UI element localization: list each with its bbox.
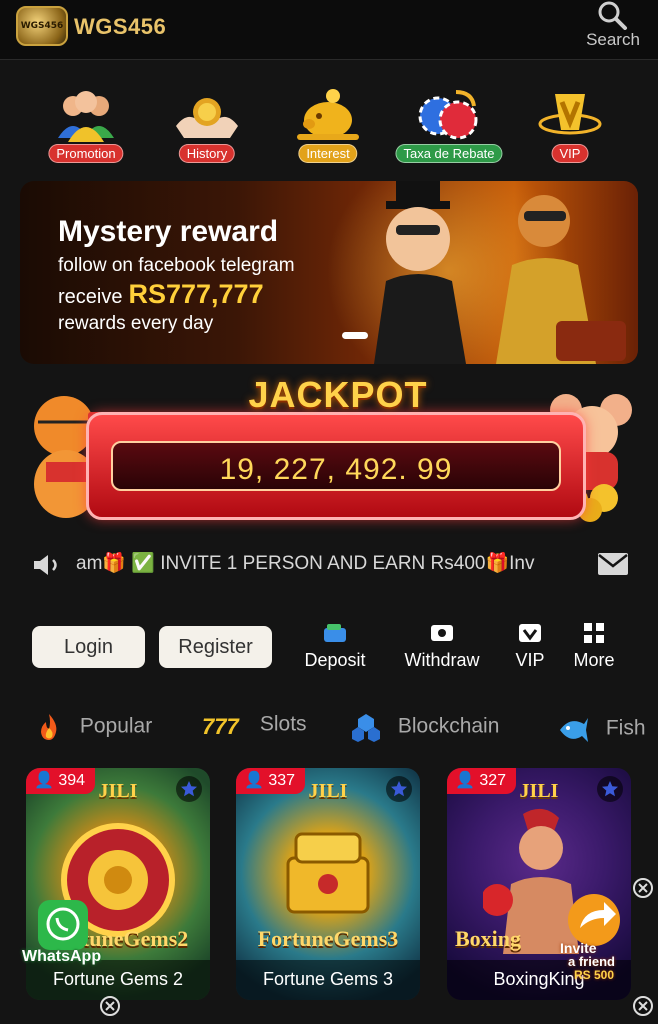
people-icon [58,91,114,142]
register-button[interactable]: Register [159,626,272,668]
speaker-icon [34,555,57,575]
quick-link-interest[interactable]: Interest [268,82,388,168]
blockchain-icon [352,714,380,742]
quick-link-label: Promotion [48,144,124,163]
quick-link-label: History [178,144,236,163]
wallet-icon [324,624,346,642]
banner-line-3: receive RS777,777 [58,279,264,310]
quick-link-rebate[interactable]: Taxa de Rebate [389,82,509,168]
close-float-icon[interactable] [633,996,653,1016]
more-button[interactable]: More [570,622,618,671]
withdraw-icon [431,625,453,641]
player-count-badge: 👤 394 [26,768,96,794]
quick-links: Promotion History Interest Taxa de Rebat… [0,82,658,168]
favorite-star-icon[interactable] [597,776,623,802]
close-whatsapp-icon[interactable] [100,996,120,1016]
invite-friend-float-button[interactable]: Invite a friend RS 500 [554,892,640,984]
provider-logo: JILI [519,780,559,802]
tab-label: Slots [259,712,307,736]
favorite-star-icon[interactable] [176,776,202,802]
banner-line-4: rewards every day [58,313,214,334]
quick-link-history[interactable]: History [147,82,267,168]
chips-icon [418,90,478,140]
tab-label: Fish [605,716,646,740]
withdraw-button[interactable]: Withdraw [396,622,488,671]
jackpot-panel: 19, 227, 492. 99 JACKPOT [18,372,640,522]
grid-icon [584,623,604,643]
top-bar: WGS456 WGS456 Search [0,0,658,60]
deposit-button[interactable]: Deposit [298,622,372,671]
login-button[interactable]: Login [32,626,145,668]
slot-777-icon: 777 [202,714,240,738]
whatsapp-float-button[interactable]: WhatsApp [22,898,112,978]
close-invite-icon[interactable] [633,878,653,898]
search-label: Search [586,30,640,49]
jackpot-display: 19, 227, 492. 99 [111,441,561,491]
account-actions: Login Register Deposit Withdraw VIP More [0,614,658,684]
brand-name[interactable]: WGS456 [74,14,166,40]
tab-label: Popular [79,714,153,738]
fish-icon [560,718,588,742]
logo-text: WGS456 [20,21,64,31]
game-card-fortune-gems-3[interactable]: 👤 337 JILI FortuneGems3 Fortune Gems 3 [236,768,420,1000]
game-logo: FortuneGems3 [257,926,399,951]
game-name: Fortune Gems 3 [236,960,420,1000]
vip-button[interactable]: VIP [510,622,550,671]
player-count: 327 [479,772,507,789]
favorite-star-icon[interactable] [386,776,412,802]
banner-receive: receive [58,286,123,308]
carousel-indicator[interactable] [342,332,368,339]
announcement-text: am🎁 ✅ INVITE 1 PERSON AND EARN Rs400🎁Inv [76,553,535,574]
tab-fish[interactable]: Fish [556,712,646,746]
user-icon: 👤 [34,772,54,789]
search-icon [598,1,627,30]
jackpot-title: JACKPOT [248,374,428,415]
user-icon: 👤 [244,772,264,789]
player-count: 394 [58,772,86,789]
provider-logo: JILI [98,780,138,802]
category-tabs: Popular 777 Slots Blockchain Fish [0,704,658,750]
player-count: 337 [268,772,296,789]
tab-blockchain[interactable]: Blockchain [350,712,499,742]
svg-text:777: 777 [202,714,240,738]
quick-link-label: VIP [551,144,589,163]
whatsapp-icon [38,900,88,950]
banner-amount: RS777,777 [128,279,264,309]
logo-badge[interactable]: WGS456 [16,6,68,46]
mail-icon[interactable] [597,552,629,576]
invite-amount: RS 500 [574,968,615,982]
player-count-badge: 👤 337 [236,768,306,794]
quick-link-vip[interactable]: VIP [510,82,630,168]
promo-banner[interactable]: Mystery reward follow on facebook telegr… [20,181,638,364]
quick-link-promotion[interactable]: Promotion [26,82,146,168]
tiger-mascot-image [374,181,626,364]
announcement-bar: am🎁 ✅ INVITE 1 PERSON AND EARN Rs400🎁Inv [0,543,658,583]
vip-icon [519,624,541,642]
coin-hands-icon [176,98,238,138]
quick-link-label: Taxa de Rebate [395,144,503,163]
whatsapp-label: WhatsApp [22,948,102,965]
vip-crown-icon [538,94,602,135]
jackpot-frame: 19, 227, 492. 99 [86,412,586,520]
more-label: More [573,650,615,670]
tab-slots[interactable]: 777 Slots [200,712,307,738]
piggy-bank-icon [297,89,359,140]
vip-label: VIP [515,650,545,670]
quick-link-label: Interest [298,144,358,163]
search-button[interactable]: Search [578,0,648,56]
banner-line-2: follow on facebook telegram [58,255,295,276]
banner-title: Mystery reward [58,215,279,248]
game-art-chest [286,832,370,914]
tab-label: Blockchain [397,714,500,738]
provider-logo: JILI [308,780,348,802]
player-count-badge: 👤 327 [447,768,517,794]
jackpot-value: 19, 227, 492. 99 [219,453,453,486]
withdraw-label: Withdraw [404,650,480,670]
invite-line-2: a friend [568,954,615,969]
deposit-label: Deposit [304,650,366,670]
user-icon: 👤 [455,772,475,789]
flame-icon [41,714,57,740]
tab-popular[interactable]: Popular [34,712,152,742]
